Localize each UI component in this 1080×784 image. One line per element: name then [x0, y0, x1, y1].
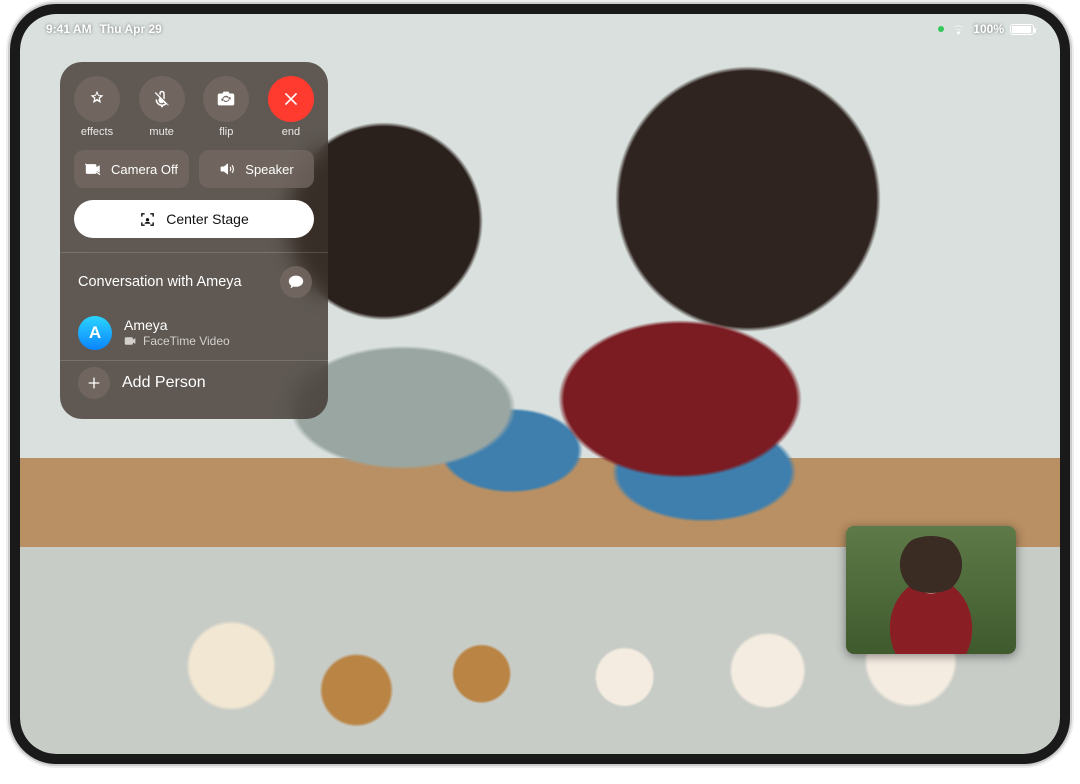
open-messages-button[interactable]	[280, 266, 312, 298]
camera-in-use-indicator	[938, 26, 944, 32]
screen: 9:41 AM Thu Apr 29 100%	[20, 14, 1060, 754]
battery-percent: 100%	[973, 22, 1004, 36]
avatar-initial: A	[89, 323, 101, 343]
end-call-button[interactable]	[268, 76, 314, 122]
avatar: A	[78, 316, 112, 350]
mute-label: mute	[149, 126, 173, 138]
video-icon	[124, 336, 138, 346]
speaker-label: Speaker	[245, 162, 293, 177]
status-date: Thu Apr 29	[100, 22, 162, 36]
close-x-icon	[281, 89, 301, 109]
mute-button[interactable]	[139, 76, 185, 122]
camera-off-button[interactable]: Camera Off	[74, 150, 189, 188]
center-stage-icon	[139, 211, 156, 228]
facetime-controls-panel: effects mute flip	[60, 62, 328, 419]
status-time: 9:41 AM	[46, 22, 92, 36]
participant-subtitle: FaceTime Video	[143, 334, 230, 348]
speaker-icon	[219, 161, 237, 177]
effects-button[interactable]	[74, 76, 120, 122]
participant-name: Ameya	[124, 317, 230, 334]
camera-flip-icon	[215, 88, 237, 110]
video-slash-icon	[85, 162, 103, 176]
ipad-frame: 9:41 AM Thu Apr 29 100%	[10, 4, 1070, 764]
participant-row[interactable]: A Ameya FaceTime Video	[74, 310, 314, 360]
wifi-icon	[950, 23, 967, 35]
add-person-label: Add Person	[122, 374, 206, 392]
camera-off-label: Camera Off	[111, 162, 178, 177]
add-person-button[interactable]: Add Person	[74, 361, 314, 415]
flip-label: flip	[219, 126, 233, 138]
message-bubble-icon	[287, 274, 305, 290]
microphone-slash-icon	[151, 88, 173, 110]
center-stage-label: Center Stage	[166, 211, 249, 227]
flip-camera-button[interactable]	[203, 76, 249, 122]
plus-icon	[86, 375, 102, 391]
effects-label: effects	[81, 126, 113, 138]
conversation-title: Conversation with Ameya	[78, 274, 242, 290]
battery-icon	[1010, 24, 1034, 35]
star-effects-icon	[86, 88, 108, 110]
status-bar: 9:41 AM Thu Apr 29 100%	[20, 20, 1060, 38]
end-label: end	[282, 126, 300, 138]
self-view-pip[interactable]	[846, 526, 1016, 654]
audio-route-button[interactable]: Speaker	[199, 150, 314, 188]
center-stage-button[interactable]: Center Stage	[74, 200, 314, 238]
